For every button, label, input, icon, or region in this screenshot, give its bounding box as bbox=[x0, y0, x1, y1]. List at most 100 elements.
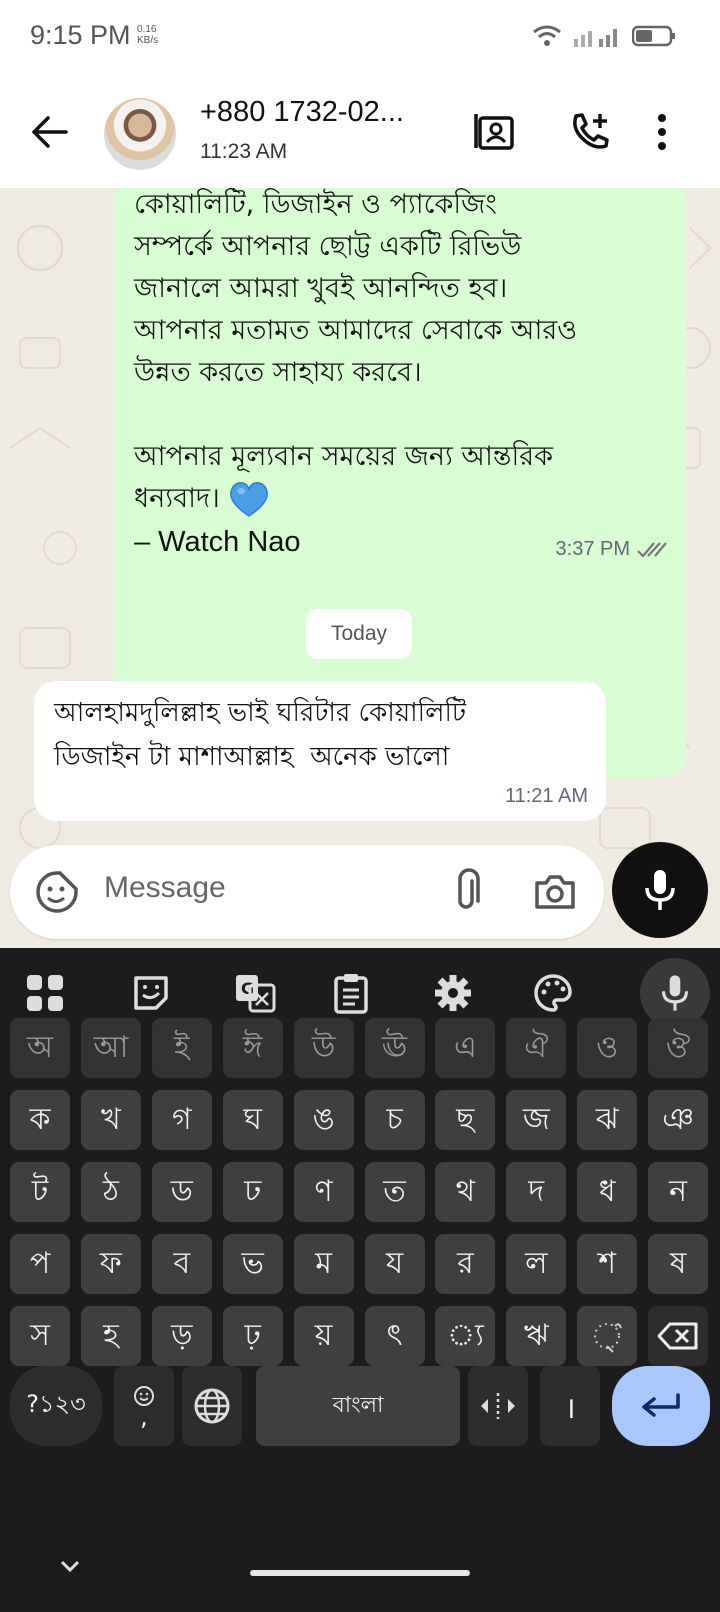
date-divider: Today bbox=[306, 609, 412, 659]
key-row5-1[interactable]: হ bbox=[80, 1306, 141, 1366]
key-row2-2[interactable]: গ bbox=[151, 1090, 212, 1150]
key-row1-2[interactable]: ই bbox=[151, 1018, 212, 1078]
key-row4-8[interactable]: শ bbox=[577, 1234, 638, 1294]
key-row3-6[interactable]: থ bbox=[435, 1162, 496, 1222]
key-dotted-circle[interactable] bbox=[577, 1306, 638, 1366]
key-row4-1[interactable]: ফ bbox=[80, 1234, 141, 1294]
enter-key[interactable] bbox=[612, 1366, 710, 1446]
key-row2-9[interactable]: ঞ bbox=[648, 1090, 709, 1150]
wifi-icon bbox=[533, 25, 561, 46]
key-row1-1[interactable]: আ bbox=[80, 1018, 141, 1078]
status-time: 9:15 PM bbox=[30, 20, 131, 50]
key-row3-2[interactable]: ড bbox=[151, 1162, 212, 1222]
key-row3-9[interactable]: ন bbox=[648, 1162, 709, 1222]
contact-name[interactable]: +880 1732-02... bbox=[200, 96, 404, 129]
more-vert-icon[interactable] bbox=[652, 110, 672, 154]
add-call-icon[interactable] bbox=[568, 110, 612, 154]
key-row4-6[interactable]: র bbox=[435, 1234, 496, 1294]
space-key[interactable]: বাংলা bbox=[256, 1366, 460, 1446]
emoji-comma-key[interactable]: , bbox=[114, 1366, 174, 1446]
key-row1-6[interactable]: এ bbox=[435, 1018, 496, 1078]
key-row3-3[interactable]: ঢ bbox=[222, 1162, 283, 1222]
attach-icon[interactable] bbox=[442, 867, 492, 917]
key-row4-4[interactable]: ম bbox=[293, 1234, 354, 1294]
sticker-icon[interactable] bbox=[126, 968, 176, 1018]
key-row2-4[interactable]: ঙ bbox=[293, 1090, 354, 1150]
key-row1-4[interactable]: উ bbox=[293, 1018, 354, 1078]
contact-card-icon[interactable] bbox=[474, 110, 518, 154]
key-row5-6[interactable]: ্য bbox=[435, 1306, 496, 1366]
back-arrow-icon[interactable] bbox=[28, 110, 72, 154]
key-row2-8[interactable]: ঝ bbox=[577, 1090, 638, 1150]
key-row3-5[interactable]: ত bbox=[364, 1162, 425, 1222]
key-row2-3[interactable]: ঘ bbox=[222, 1090, 283, 1150]
outgoing-message-text: কোয়ালিটি, ডিজাইন ও প্যাকেজিং সম্পর্কে আ… bbox=[134, 188, 674, 520]
key-row2-7[interactable]: জ bbox=[506, 1090, 567, 1150]
sticker-icon[interactable] bbox=[34, 869, 80, 915]
key-row5-0[interactable]: স bbox=[10, 1306, 70, 1366]
chat-header: +880 1732-02... 11:23 AM bbox=[0, 80, 720, 188]
key-row3-7[interactable]: দ bbox=[506, 1162, 567, 1222]
key-row3-1[interactable]: ঠ bbox=[80, 1162, 141, 1222]
key-row5-2[interactable]: ড় bbox=[151, 1306, 212, 1366]
apps-grid-icon[interactable] bbox=[20, 968, 70, 1018]
chat-area[interactable]: কোয়ালিটি, ডিজাইন ও প্যাকেজিং সম্পর্কে আ… bbox=[0, 188, 720, 948]
key-row1-0[interactable]: অ bbox=[10, 1018, 70, 1078]
backspace-icon bbox=[657, 1322, 698, 1350]
globe-icon bbox=[194, 1388, 230, 1424]
cursor-move-icon bbox=[481, 1393, 515, 1419]
avatar[interactable] bbox=[104, 98, 176, 170]
key-row3-4[interactable]: ণ bbox=[293, 1162, 354, 1222]
backspace-key[interactable] bbox=[648, 1306, 709, 1366]
network-speed: 0.16 KB/s bbox=[137, 24, 158, 46]
chevron-down-icon[interactable] bbox=[56, 1552, 84, 1580]
clipboard-icon[interactable] bbox=[326, 968, 376, 1018]
key-row5-3[interactable]: ঢ় bbox=[222, 1306, 283, 1366]
incoming-message-bubble[interactable]: আলহামদুলিল্লাহ ভাই ঘরিটার কোয়ালিটি ডিজা… bbox=[34, 681, 606, 821]
key-row5-7[interactable]: ঋ bbox=[506, 1306, 567, 1366]
key-row5-4[interactable]: য় bbox=[293, 1306, 354, 1366]
key-row1-8[interactable]: ও bbox=[577, 1018, 638, 1078]
home-indicator[interactable] bbox=[250, 1570, 470, 1576]
key-row1-3[interactable]: ঈ bbox=[222, 1018, 283, 1078]
key-row1-5[interactable]: ঊ bbox=[364, 1018, 425, 1078]
language-key[interactable] bbox=[182, 1366, 242, 1446]
key-row5-5[interactable]: ৎ bbox=[364, 1306, 425, 1366]
outgoing-meta: 3:37 PM bbox=[556, 538, 668, 561]
key-row4-9[interactable]: ষ bbox=[648, 1234, 709, 1294]
key-row4-2[interactable]: ব bbox=[151, 1234, 212, 1294]
danda-key[interactable]: । bbox=[540, 1366, 600, 1446]
svg-text:G: G bbox=[241, 979, 254, 998]
key-row3-0[interactable]: ট bbox=[10, 1162, 70, 1222]
enter-icon bbox=[642, 1393, 680, 1417]
key-row4-3[interactable]: ভ bbox=[222, 1234, 283, 1294]
key-row2-6[interactable]: ছ bbox=[435, 1090, 496, 1150]
palette-icon[interactable] bbox=[528, 968, 578, 1018]
message-input[interactable]: Message bbox=[104, 871, 226, 905]
incoming-time: 11:21 AM bbox=[504, 785, 588, 807]
incoming-message-text: আলহামদুলিল্লাহ ভাই ঘরিটার কোয়ালিটি ডিজা… bbox=[54, 698, 467, 772]
keyboard: G অআইঈউঊএঐওঔ কখগঘঙচছজঝঞ টঠডঢণতথদধন পফবভমযরল… bbox=[0, 948, 720, 1612]
key-row1-7[interactable]: ঐ bbox=[506, 1018, 567, 1078]
key-row2-1[interactable]: খ bbox=[80, 1090, 141, 1150]
voice-record-button[interactable] bbox=[612, 842, 708, 938]
blue-heart-icon bbox=[230, 481, 269, 517]
key-row1-9[interactable]: ঔ bbox=[648, 1018, 709, 1078]
message-composer[interactable]: Message bbox=[10, 845, 604, 939]
mic-icon bbox=[645, 870, 675, 910]
translate-icon[interactable]: G bbox=[230, 968, 280, 1018]
key-row2-0[interactable]: ক bbox=[10, 1090, 70, 1150]
cursor-key[interactable] bbox=[468, 1366, 528, 1446]
settings-icon[interactable] bbox=[428, 968, 478, 1018]
battery-icon bbox=[632, 25, 675, 47]
camera-icon[interactable] bbox=[532, 869, 578, 915]
symbols-key[interactable]: ?১২৩ bbox=[10, 1366, 102, 1446]
last-seen: 11:23 AM bbox=[200, 140, 288, 163]
key-row4-7[interactable]: ল bbox=[506, 1234, 567, 1294]
key-row4-5[interactable]: য bbox=[364, 1234, 425, 1294]
key-row2-5[interactable]: চ bbox=[364, 1090, 425, 1150]
emoji-comma-label: , bbox=[140, 1403, 148, 1431]
key-row3-8[interactable]: ধ bbox=[577, 1162, 638, 1222]
network-speed-value: 0.16 bbox=[137, 24, 157, 35]
key-row4-0[interactable]: প bbox=[10, 1234, 70, 1294]
